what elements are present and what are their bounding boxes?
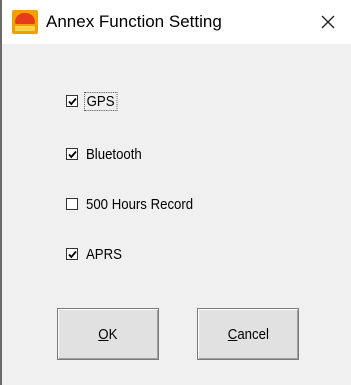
title-bar[interactable]: Annex Function Setting <box>2 0 351 44</box>
bluetooth-option[interactable]: Bluetooth <box>66 143 149 165</box>
gps-label: GPS <box>84 91 118 111</box>
window-title: Annex Function Setting <box>46 12 222 31</box>
aprs-checkbox[interactable] <box>66 248 78 260</box>
gps-option[interactable]: GPS <box>66 90 122 112</box>
close-icon[interactable] <box>313 6 343 38</box>
aprs-label: APRS <box>86 245 122 263</box>
hours-record-option[interactable]: 500 Hours Record <box>66 193 208 215</box>
app-icon <box>12 10 38 34</box>
aprs-option[interactable]: APRS <box>66 243 127 265</box>
bluetooth-label: Bluetooth <box>86 145 142 163</box>
hours-record-checkbox[interactable] <box>66 198 78 210</box>
gps-checkbox[interactable] <box>66 95 78 107</box>
hours-record-label: 500 Hours Record <box>86 195 194 213</box>
bluetooth-checkbox[interactable] <box>66 148 78 160</box>
window-left-border <box>0 0 2 385</box>
cancel-button-label: Cancel <box>227 325 269 343</box>
cancel-button[interactable]: Cancel <box>197 308 299 360</box>
ok-button-label: OK <box>98 325 118 343</box>
ok-button[interactable]: OK <box>57 308 159 360</box>
